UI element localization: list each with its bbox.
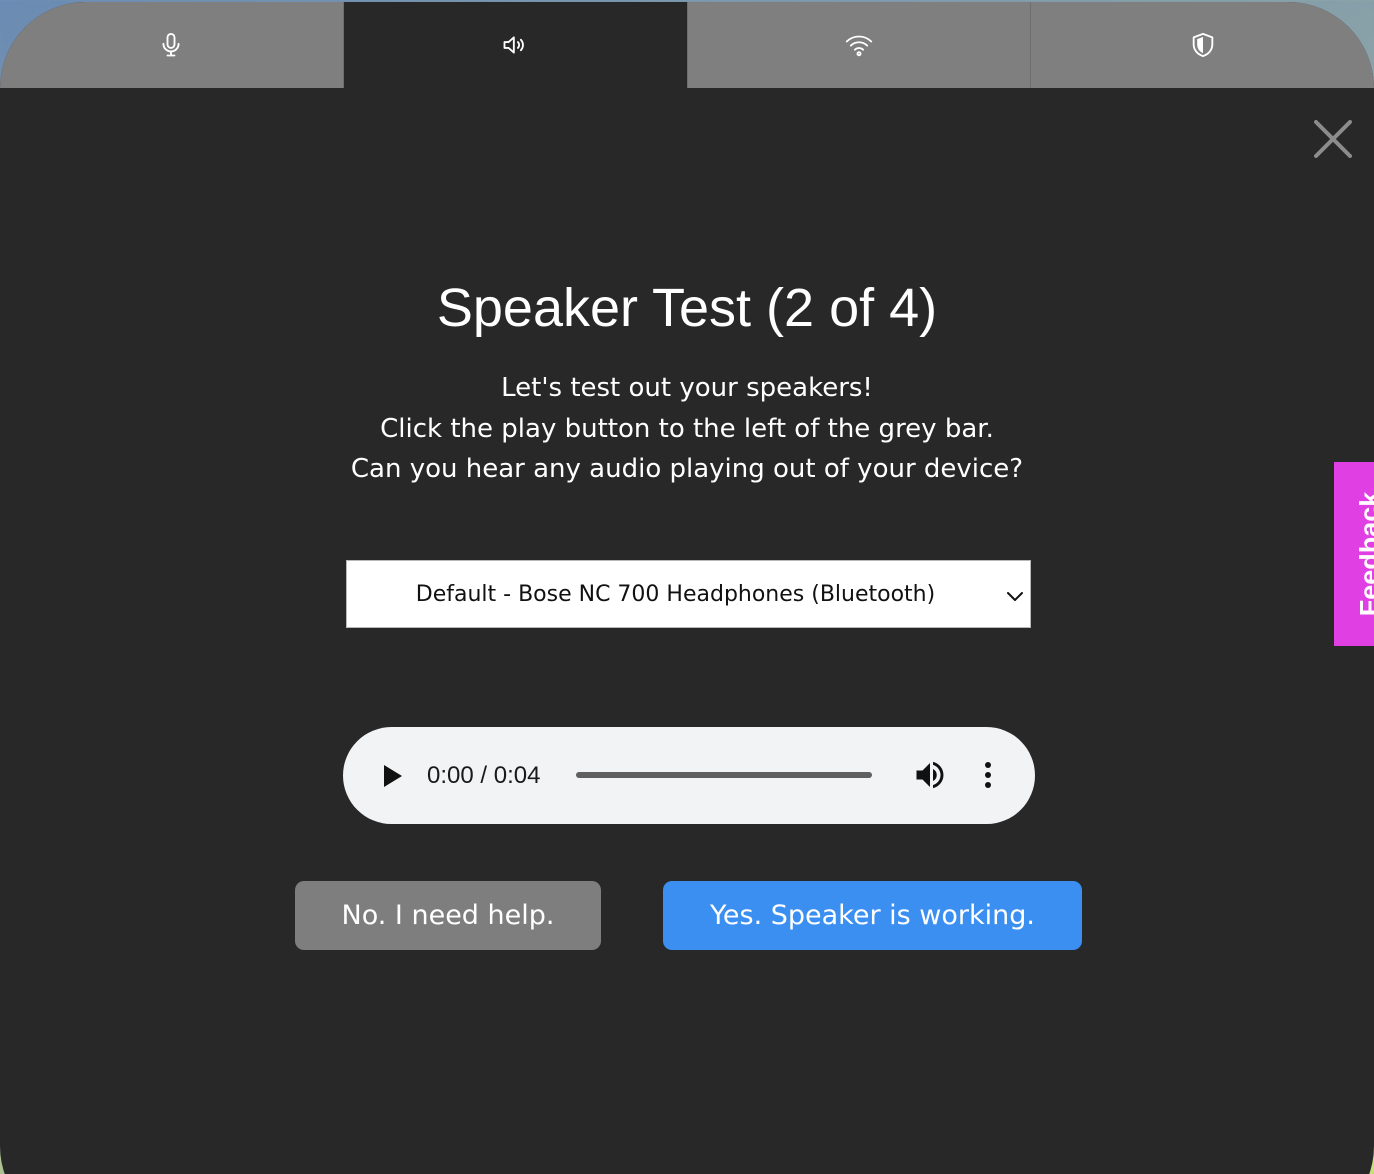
close-icon[interactable]	[1312, 118, 1354, 160]
microphone-icon	[162, 32, 180, 57]
more-options-icon[interactable]	[974, 757, 1002, 793]
tab-network[interactable]	[688, 2, 1032, 88]
playback-time: 0:00 / 0:04	[427, 762, 541, 789]
instructions-text: Let's test out your speakers! Click the …	[0, 368, 1374, 490]
speaker-icon	[503, 36, 524, 54]
test-step-tabs	[0, 2, 1374, 88]
speaker-test-dialog: Speaker Test (2 of 4) Let's test out you…	[0, 2, 1374, 1174]
volume-button[interactable]	[912, 757, 948, 793]
output-device-select[interactable]: Default - Bose NC 700 Headphones (Blueto…	[346, 560, 1031, 628]
chevron-down-icon	[1007, 592, 1023, 601]
tab-security[interactable]	[1031, 2, 1374, 88]
instruction-line: Can you hear any audio playing out of yo…	[350, 454, 1024, 484]
instruction-line: Let's test out your speakers!	[501, 373, 873, 403]
speaker-working-button[interactable]: Yes. Speaker is working.	[663, 881, 1082, 950]
page-title: Speaker Test (2 of 4)	[436, 278, 938, 338]
feedback-tab[interactable]: Feedback	[1334, 462, 1374, 646]
tab-speaker[interactable]	[343, 2, 688, 88]
feedback-label: Feedback	[1354, 491, 1374, 617]
volume-icon	[916, 763, 930, 787]
playback-progress-bar[interactable]	[576, 772, 872, 778]
selected-device-label: Default - Bose NC 700 Headphones (Blueto…	[415, 581, 936, 607]
play-button[interactable]	[376, 759, 410, 793]
instruction-line: Click the play button to the left of the…	[380, 413, 994, 444]
shield-icon	[1192, 32, 1213, 58]
tab-microphone[interactable]	[0, 2, 344, 88]
wifi-icon	[845, 35, 873, 57]
need-help-button[interactable]: No. I need help.	[295, 881, 601, 950]
